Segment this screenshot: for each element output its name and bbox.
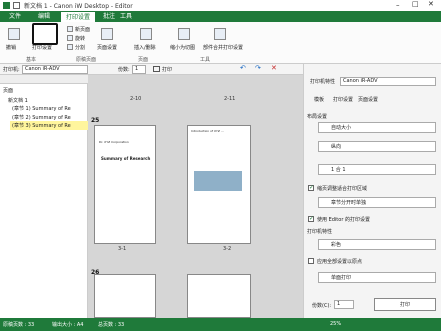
window-title: 新文档 1 - Canon iW Desktop - Editor <box>24 3 133 10</box>
ribbon-tabs: 文件 编辑 打印设置 批注 工具 <box>0 11 441 22</box>
group-tools-label: 工具 <box>200 57 211 63</box>
use-editor-print-checkbox[interactable] <box>308 215 314 222</box>
print-icon[interactable] <box>153 66 160 72</box>
page-thumbnail-next-1[interactable] <box>94 274 156 318</box>
panel-copies-input[interactable]: 1 <box>334 300 354 309</box>
rotate-icon[interactable] <box>67 35 73 41</box>
toolbar-print-button[interactable]: 打印 <box>162 66 172 73</box>
page-number-3-1: 3-1 <box>118 246 127 252</box>
merge-image-icon[interactable] <box>178 28 190 40</box>
panel-printer-select[interactable]: Canon iR-ADV <box>340 77 436 86</box>
print-toolbar: 打印机: Canon iR-ADV 份数: 1 打印 ↶ ↷ ✕ <box>0 64 303 75</box>
apply-all-label: 应用全部设置以原点 <box>317 259 363 265</box>
insert-delete-icon[interactable] <box>140 28 152 40</box>
app-icon <box>3 2 10 9</box>
printer-select[interactable]: Canon iR-ADV <box>22 65 88 74</box>
apply-all-checkbox[interactable] <box>308 258 314 264</box>
delete-icon[interactable]: ✕ <box>271 64 277 72</box>
color-section-label: 打印机特性 <box>307 229 333 235</box>
panel-tab-strip <box>0 75 88 84</box>
minimize-button[interactable]: – <box>396 1 400 9</box>
insert-delete-button[interactable]: 插入/删除 <box>134 44 156 51</box>
tree-item-chapter3[interactable]: (章节 3) Summary of Re <box>12 122 71 129</box>
status-zoom: 25% <box>330 321 342 327</box>
page-thumbnail-3-1[interactable]: Dr. XYZ Corporation Summary of Research <box>94 125 156 244</box>
status-total-pages: 原稿页数 : 33 <box>3 322 35 328</box>
tab-edit[interactable]: 编辑 <box>33 11 55 22</box>
page-thumbnail-next-2[interactable] <box>187 274 251 318</box>
undo-button[interactable]: 撤销 <box>6 44 16 51</box>
title-bar: 新文档 1 - Canon iW Desktop - Editor – □ ✕ <box>0 0 441 11</box>
split-button[interactable]: 分割 <box>75 44 85 51</box>
color-mode-select[interactable]: 彩色 <box>318 239 436 250</box>
tab-file[interactable]: 文件 <box>4 11 26 22</box>
duplex-select[interactable]: 单面打印 <box>318 272 436 283</box>
printer-properties-label: 打印机特性 <box>310 79 336 85</box>
status-bar: 原稿页数 : 33 输出大小 : A4 总页数 : 33 25% <box>0 318 441 331</box>
panel-tab-print-settings[interactable]: 打印设置 <box>333 96 353 103</box>
pages-per-sheet-select[interactable]: 1 合 1 <box>318 164 436 175</box>
tree-root[interactable]: 新文档 1 <box>8 97 28 104</box>
tree-item-chapter2[interactable]: (章节 2) Summary of Re <box>12 114 71 121</box>
chapter-separate-select[interactable]: 章节分开时单独 <box>318 197 436 208</box>
quick-save-icon[interactable] <box>13 2 20 9</box>
page-number-3-2: 3-2 <box>223 246 232 252</box>
undo-icon[interactable] <box>8 28 20 40</box>
copies-input[interactable]: 1 <box>132 65 146 74</box>
page-title-text: Summary of Research <box>101 156 151 161</box>
panel-print-button[interactable]: 打印 <box>374 298 436 311</box>
size-select[interactable]: 自动大小 <box>318 122 436 133</box>
fit-to-area-checkbox[interactable] <box>308 184 314 191</box>
page-org-text: Dr. XYZ Corporation <box>99 140 129 144</box>
page-layout-button[interactable]: 页面设置 <box>97 44 117 51</box>
group-page-label: 页面 <box>138 57 149 63</box>
page-number-2-10: 2-10 <box>130 96 142 102</box>
print-settings-button[interactable] <box>32 23 58 45</box>
orientation-select[interactable]: 纵向 <box>318 141 436 152</box>
rotate-button[interactable]: 旋转 <box>75 35 85 42</box>
undo-arrow-icon[interactable]: ↶ <box>240 64 246 72</box>
panel-header: 页面 <box>3 88 14 94</box>
tree-item-chapter1[interactable]: (章节 1) Summary of Re <box>12 105 71 112</box>
close-button[interactable]: ✕ <box>428 0 434 8</box>
share-print-icon[interactable] <box>214 28 226 40</box>
tab-print-settings[interactable]: 打印设置 <box>60 11 97 22</box>
panel-tab-page-settings[interactable]: 页面设置 <box>358 96 378 103</box>
redo-arrow-icon[interactable]: ↷ <box>255 64 261 72</box>
layout-section-label: 布局设置 <box>307 114 328 120</box>
panel-tab-template[interactable]: 模板 <box>314 96 324 103</box>
status-output-size: 输出大小 : A4 <box>52 322 84 328</box>
new-page-icon[interactable] <box>67 26 73 32</box>
tab-tools[interactable]: 工具 <box>115 11 137 22</box>
section-label-25: 25 <box>91 117 100 124</box>
fit-to-area-label: 缩页调整适合打印区域 <box>317 186 368 192</box>
page-image <box>194 171 242 191</box>
print-settings-label: 打印设置 <box>32 45 53 51</box>
group-basic-label: 基本 <box>26 57 37 63</box>
page-thumbnail-area: 2-10 2-11 25 Dr. XYZ Corporation Summary… <box>88 75 303 318</box>
ribbon: 撤销 打印设置 新页面 旋转 分割 页面设置 插入/删除 缩小为切图 部件合并打… <box>0 22 441 64</box>
page-layout-icon[interactable] <box>101 28 113 40</box>
use-editor-print-label: 使用 Editor 的打印设置 <box>317 217 370 223</box>
maximize-button[interactable]: □ <box>412 0 419 8</box>
merge-image-button[interactable]: 缩小为切图 <box>170 44 195 51</box>
print-settings-panel: 打印机特性 Canon iR-ADV 模板 打印设置 页面设置 布局设置 自动大… <box>303 64 441 318</box>
page-heading-text: Introduction of XYZ ... <box>191 129 224 133</box>
panel-copies-label: 份数(C): <box>312 303 332 309</box>
page-number-2-11: 2-11 <box>224 96 236 102</box>
copies-label: 份数: <box>118 67 130 73</box>
printer-label: 打印机: <box>3 67 20 73</box>
page-tree-panel: 页面 新文档 1 (章节 1) Summary of Re (章节 2) Sum… <box>0 75 88 318</box>
page-thumbnail-3-2[interactable]: Introduction of XYZ ... <box>187 125 251 244</box>
share-print-button[interactable]: 部件合并打印设置 <box>203 44 243 51</box>
status-print-pages: 总页数 : 33 <box>98 322 125 328</box>
split-icon[interactable] <box>67 44 73 50</box>
group-original-page-label: 原稿页面 <box>76 57 97 63</box>
new-page-button[interactable]: 新页面 <box>75 26 90 33</box>
